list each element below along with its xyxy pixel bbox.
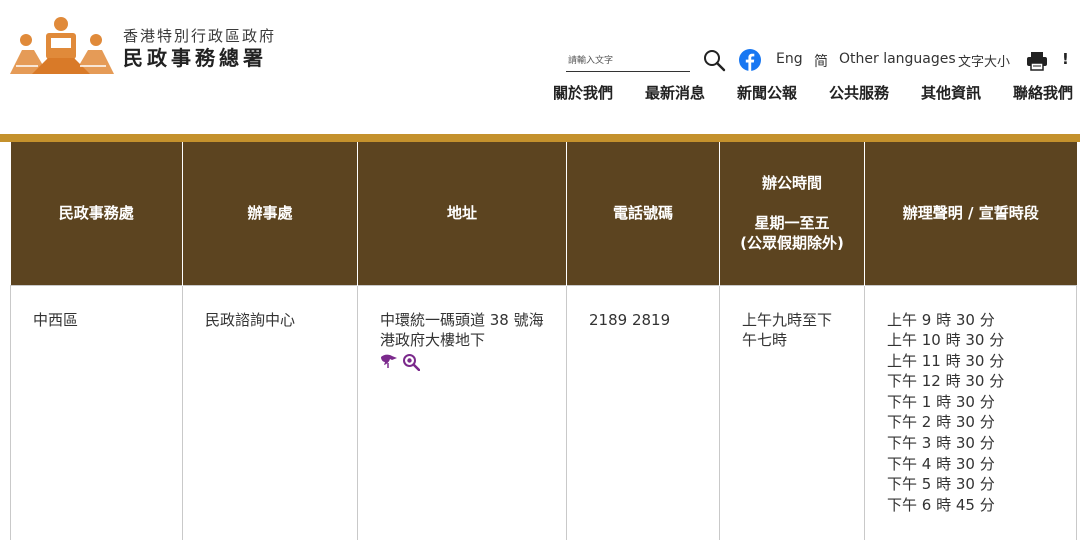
session-item: 下午 3 時 30 分 bbox=[887, 434, 995, 453]
nav-other-info[interactable]: 其他資訊 bbox=[921, 82, 981, 103]
nav-press-releases[interactable]: 新聞公報 bbox=[737, 82, 797, 103]
location-icon[interactable] bbox=[380, 353, 398, 369]
cell-sessions: 上午 9 時 30 分 上午 10 時 30 分 上午 11 時 30 分 下午… bbox=[864, 284, 1077, 540]
col-header-hours: 辦公時間 星期一至五 (公眾假期除外) bbox=[719, 142, 865, 285]
map-zoom-icon[interactable] bbox=[402, 353, 420, 371]
office-table: 民政事務處 辦事處 地址 電話號碼 辦公時間 星期一至五 (公眾假期除外) 辦理… bbox=[10, 142, 1077, 540]
nav-news[interactable]: 最新消息 bbox=[645, 82, 705, 103]
search-input[interactable] bbox=[566, 50, 690, 72]
session-item: 下午 1 時 30 分 bbox=[887, 392, 995, 411]
cell-phone: 2189 2819 bbox=[566, 284, 720, 540]
session-item: 下午 12 時 30 分 bbox=[887, 372, 1005, 391]
address-text: 中環統一碼頭道 38 號海港政府大樓地下 bbox=[380, 310, 544, 350]
lang-simplified-link[interactable]: 简 bbox=[814, 51, 828, 71]
nav-contact[interactable]: 聯絡我們 bbox=[1013, 82, 1073, 103]
org-name[interactable]: 香港特別行政區政府 民政事務總署 bbox=[123, 26, 276, 70]
other-languages-link[interactable]: Other languages bbox=[839, 51, 956, 67]
font-size-link[interactable]: 文字大小 bbox=[958, 51, 1010, 70]
col-header-address: 地址 bbox=[357, 142, 567, 285]
org-name-line2: 民政事務總署 bbox=[123, 46, 267, 70]
session-item: 下午 4 時 30 分 bbox=[887, 454, 995, 473]
print-icon[interactable] bbox=[1026, 51, 1048, 71]
map-links bbox=[380, 353, 544, 371]
hours-header-days: 星期一至五 bbox=[754, 214, 830, 233]
cell-district: 中西區 bbox=[10, 284, 183, 540]
session-item: 上午 11 時 30 分 bbox=[887, 351, 1005, 370]
session-item: 上午 10 時 30 分 bbox=[887, 331, 1005, 350]
session-item: 下午 5 時 30 分 bbox=[887, 475, 995, 494]
col-header-district: 民政事務處 bbox=[10, 142, 183, 285]
col-header-declaration: 辦理聲明 / 宣誓時段 bbox=[864, 142, 1077, 285]
col-header-office: 辦事處 bbox=[182, 142, 358, 285]
table-header-row: 民政事務處 辦事處 地址 電話號碼 辦公時間 星期一至五 (公眾假期除外) 辦理… bbox=[10, 142, 1077, 285]
nav-public-services[interactable]: 公共服務 bbox=[829, 82, 889, 103]
session-item: 下午 6 時 45 分 bbox=[887, 495, 995, 514]
site-header: 香港特別行政區政府 民政事務總署 Eng 简 Other languages 文… bbox=[0, 0, 1080, 134]
cell-office: 民政諮詢中心 bbox=[182, 284, 358, 540]
session-list: 上午 9 時 30 分 上午 10 時 30 分 上午 11 時 30 分 下午… bbox=[887, 310, 1054, 516]
col-header-phone: 電話號碼 bbox=[566, 142, 720, 285]
hours-header-title: 辦公時間 bbox=[761, 174, 822, 193]
session-item: 上午 9 時 30 分 bbox=[887, 310, 995, 329]
table-row: 中西區 民政諮詢中心 中環統一碼頭道 38 號海港政府大樓地下 2189 281… bbox=[10, 284, 1077, 540]
session-item: 下午 2 時 30 分 bbox=[887, 413, 995, 432]
more-icon[interactable]: ! bbox=[1062, 50, 1072, 72]
cell-address: 中環統一碼頭道 38 號海港政府大樓地下 bbox=[357, 284, 567, 540]
header-accent-rule bbox=[0, 134, 1080, 142]
logo-icon[interactable] bbox=[8, 16, 114, 74]
cell-hours: 上午九時至下午七時 bbox=[719, 284, 865, 540]
utility-bar: Eng 简 Other languages 文字大小 ! bbox=[566, 46, 1080, 74]
org-name-line1: 香港特別行政區政府 bbox=[123, 27, 277, 45]
search-icon[interactable] bbox=[702, 48, 726, 72]
lang-eng-link[interactable]: Eng bbox=[776, 51, 803, 67]
hours-header-note: (公眾假期除外) bbox=[740, 234, 844, 253]
facebook-icon[interactable] bbox=[739, 49, 761, 71]
nav-about[interactable]: 關於我們 bbox=[553, 82, 613, 103]
